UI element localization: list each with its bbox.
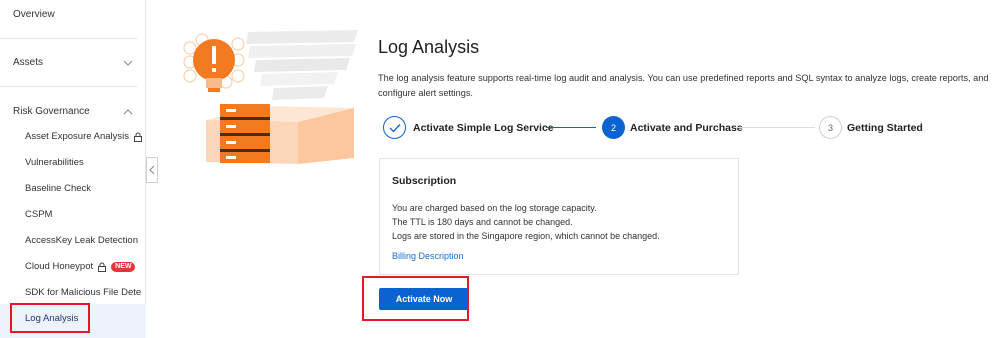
step-1-label: Activate Simple Log Service — [413, 122, 554, 134]
chevron-down-icon — [123, 60, 133, 66]
subscription-line: Logs are stored in the Singapore region,… — [392, 231, 660, 241]
lock-icon — [134, 132, 143, 142]
sidebar-item-label: Asset Exposure Analysis — [25, 131, 130, 142]
step-2-label: Activate and Purchase — [630, 122, 743, 134]
sidebar-item-label: Cloud Honeypot — [25, 261, 94, 272]
sidebar-item-accesskey-leak-detection[interactable]: AccessKey Leak Detection — [25, 235, 138, 246]
step-1-circle — [383, 116, 406, 139]
sidebar-item-cspm[interactable]: CSPM — [25, 209, 52, 220]
billing-description-link[interactable]: Billing Description — [392, 251, 464, 261]
sidebar-item-asset-exposure-analysis[interactable]: Asset Exposure Analysis — [25, 131, 143, 142]
chevron-left-icon — [149, 165, 155, 175]
sidebar-group-label: Risk Governance — [13, 106, 90, 117]
step-connector — [546, 127, 596, 128]
new-badge: NEW — [111, 261, 136, 272]
sidebar-item-sdk-malicious-file[interactable]: SDK for Malicious File Dete — [25, 287, 141, 298]
sidebar-item-label: SDK for Malicious File Dete — [25, 287, 142, 298]
checkmark-icon — [389, 123, 400, 132]
subscription-line: The TTL is 180 days and cannot be change… — [392, 217, 573, 227]
chevron-up-icon — [123, 108, 133, 114]
sidebar-item-cloud-honeypot[interactable]: Cloud Honeypot NEW — [25, 261, 136, 272]
page-description: The log analysis feature supports real-t… — [378, 73, 989, 98]
lock-icon — [98, 262, 107, 272]
sidebar-divider — [0, 86, 137, 87]
step-3-label: Getting Started — [847, 122, 923, 134]
subscription-line: You are charged based on the log storage… — [392, 203, 597, 213]
sidebar-item-label: Baseline Check — [25, 183, 92, 194]
subscription-title: Subscription — [392, 175, 457, 187]
step-connector — [737, 127, 815, 128]
sidebar-group-risk-governance[interactable]: Risk Governance — [13, 106, 133, 117]
sidebar: Overview Assets Risk Governance Asset Ex… — [0, 0, 146, 338]
sidebar-group-label: Assets — [13, 57, 44, 68]
sidebar-item-baseline-check[interactable]: Baseline Check — [25, 183, 91, 194]
sidebar-group-assets[interactable]: Assets — [13, 57, 133, 68]
highlight-box-activate — [362, 276, 469, 321]
page-title: Log Analysis — [378, 37, 480, 57]
subscription-card: Subscription You are charged based on th… — [379, 158, 739, 275]
step-2-circle: 2 — [602, 116, 625, 139]
stepper: Activate Simple Log Service 2 Activate a… — [383, 116, 943, 142]
sidebar-item-label: AccessKey Leak Detection — [25, 235, 139, 246]
sidebar-item-label: Vulnerabilities — [25, 157, 84, 168]
sidebar-divider — [0, 38, 137, 39]
sidebar-item-vulnerabilities[interactable]: Vulnerabilities — [25, 157, 84, 168]
highlight-box-log-analysis — [10, 303, 90, 333]
log-analysis-illustration — [183, 30, 358, 164]
step-3-circle: 3 — [819, 116, 842, 139]
sidebar-collapse-button[interactable] — [146, 157, 158, 183]
sidebar-item-label: CSPM — [25, 209, 53, 220]
sidebar-item-overview[interactable]: Overview — [13, 9, 55, 20]
